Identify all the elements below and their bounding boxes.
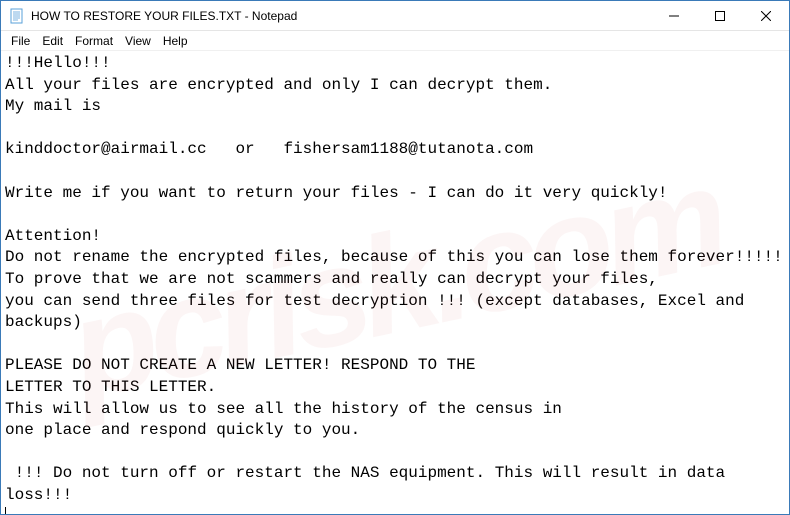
text-area[interactable]: pcrisk.com!!!Hello!!! All your files are…	[1, 51, 789, 514]
menu-file[interactable]: File	[5, 32, 36, 50]
minimize-icon	[669, 11, 679, 21]
notepad-icon	[9, 8, 25, 24]
close-icon	[761, 11, 771, 21]
menu-help[interactable]: Help	[157, 32, 194, 50]
text-cursor	[5, 507, 6, 514]
menu-view[interactable]: View	[119, 32, 157, 50]
maximize-button[interactable]	[697, 1, 743, 30]
menu-format[interactable]: Format	[69, 32, 119, 50]
maximize-icon	[715, 11, 725, 21]
menubar: File Edit Format View Help	[1, 31, 789, 51]
window-title: HOW TO RESTORE YOUR FILES.TXT - Notepad	[31, 9, 651, 23]
notepad-window: HOW TO RESTORE YOUR FILES.TXT - Notepad …	[0, 0, 790, 515]
document-text: !!!Hello!!! All your files are encrypted…	[5, 54, 783, 504]
menu-edit[interactable]: Edit	[36, 32, 69, 50]
minimize-button[interactable]	[651, 1, 697, 30]
close-button[interactable]	[743, 1, 789, 30]
titlebar[interactable]: HOW TO RESTORE YOUR FILES.TXT - Notepad	[1, 1, 789, 31]
window-controls	[651, 1, 789, 30]
